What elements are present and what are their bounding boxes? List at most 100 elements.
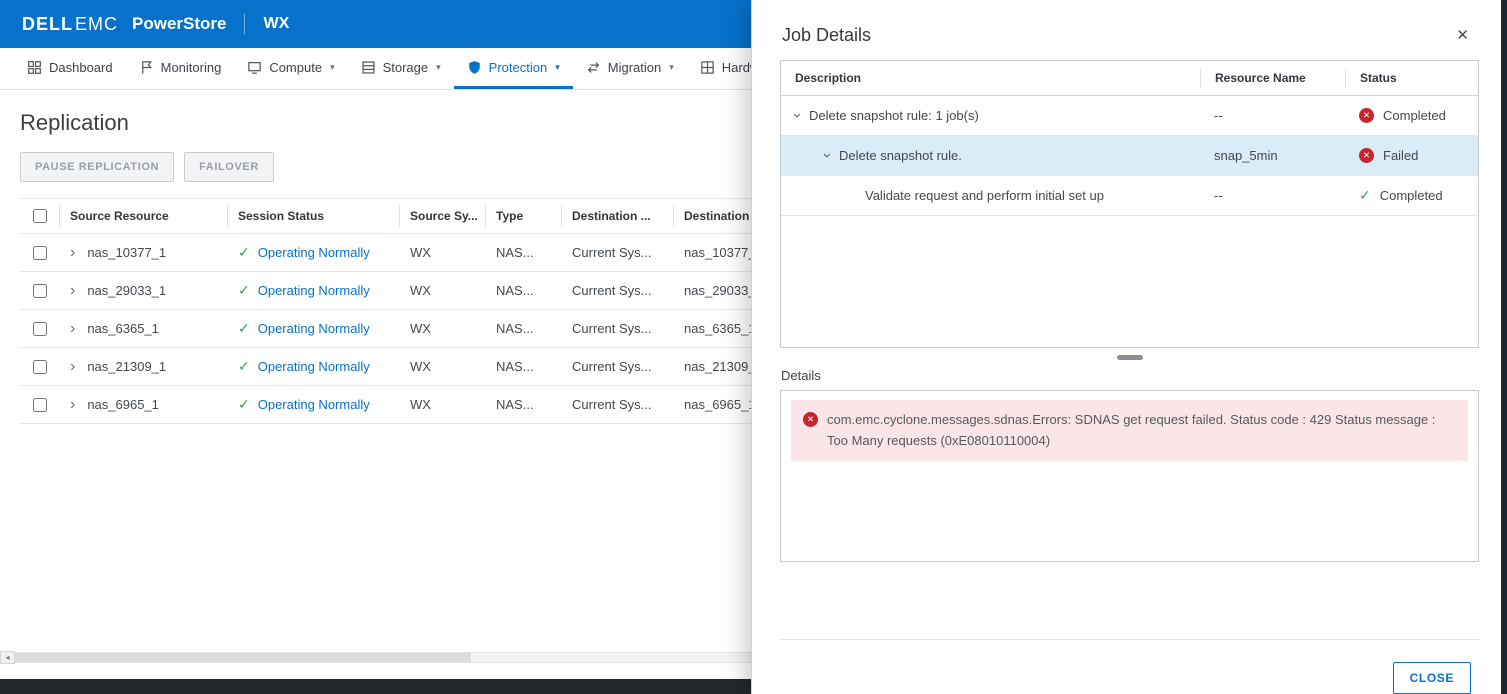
column-header[interactable]: Type — [486, 205, 562, 227]
session-status[interactable]: Operating Normally — [258, 245, 370, 260]
job-details-panel: Job Details ✕ Description Resource Name … — [751, 0, 1507, 694]
nav-label: Compute — [269, 60, 322, 75]
row-checkbox[interactable] — [33, 360, 47, 374]
scroll-left-button[interactable]: ◂ — [0, 651, 15, 664]
cluster-name: WX — [263, 15, 289, 33]
job-row[interactable]: › Delete snapshot rule: 1 job(s) -- ✕ Co… — [781, 96, 1478, 136]
failover-button[interactable]: FAILOVER — [184, 152, 274, 182]
details-box: ✕ com.emc.cyclone.messages.sdnas.Errors:… — [780, 390, 1479, 562]
emc-logo: EMC — [75, 14, 118, 35]
nav-item-monitoring[interactable]: Monitoring — [126, 48, 235, 89]
collapse-chevron-icon[interactable]: › — [790, 113, 805, 118]
product-name: PowerStore — [132, 14, 226, 34]
destination: Current Sys... — [562, 245, 674, 260]
column-header[interactable]: Session Status — [228, 205, 400, 227]
session-status[interactable]: Operating Normally — [258, 397, 370, 412]
job-table: Description Resource Name Status › Delet… — [780, 60, 1479, 348]
dell-logo: DELL — [22, 14, 73, 35]
source-resource[interactable]: nas_29033_1 — [87, 283, 166, 298]
nav-item-compute[interactable]: Compute ▾ — [234, 48, 347, 89]
close-button[interactable]: CLOSE — [1393, 662, 1471, 694]
check-icon: ✓ — [238, 396, 250, 413]
close-icon[interactable]: ✕ — [1452, 24, 1473, 46]
expand-chevron-icon[interactable]: › — [70, 397, 75, 413]
brand-divider — [244, 14, 245, 34]
job-resource: -- — [1200, 108, 1345, 123]
row-checkbox[interactable] — [33, 322, 47, 336]
panel-header: Job Details ✕ — [780, 0, 1479, 60]
panel-footer: CLOSE — [780, 639, 1479, 694]
expand-chevron-icon[interactable]: › — [70, 321, 75, 337]
source-resource[interactable]: nas_10377_1 — [87, 245, 166, 260]
job-status: Completed — [1380, 188, 1443, 203]
nav-label: Migration — [608, 60, 661, 75]
type: NAS... — [486, 359, 562, 374]
type: NAS... — [486, 321, 562, 336]
source-resource[interactable]: nas_21309_1 — [87, 359, 166, 374]
nav-item-storage[interactable]: Storage ▾ — [348, 48, 454, 89]
check-icon: ✓ — [238, 282, 250, 299]
caret-down-icon: ▾ — [330, 62, 335, 73]
scrollbar-track[interactable] — [15, 652, 751, 663]
row-checkbox[interactable] — [33, 246, 47, 260]
source-resource[interactable]: nas_6965_1 — [87, 397, 159, 412]
row-checkbox[interactable] — [33, 398, 47, 412]
window-edge — [1501, 0, 1507, 694]
job-description: Delete snapshot rule. — [839, 148, 962, 163]
migration-icon — [586, 60, 601, 75]
nav-label: Dashboard — [49, 60, 113, 75]
collapse-chevron-icon[interactable]: › — [820, 153, 835, 158]
job-status: Completed — [1383, 108, 1446, 123]
column-header[interactable]: Destination ... — [562, 205, 674, 227]
source-system: WX — [400, 397, 486, 412]
details-label: Details — [781, 368, 1479, 383]
session-status[interactable]: Operating Normally — [258, 321, 370, 336]
nav-item-protection[interactable]: Protection ▾ — [454, 48, 573, 89]
type: NAS... — [486, 283, 562, 298]
column-header[interactable]: Source Resource — [60, 205, 228, 227]
expand-chevron-icon[interactable]: › — [70, 245, 75, 261]
panel-resize-handle[interactable] — [1117, 355, 1143, 360]
type: NAS... — [486, 397, 562, 412]
brand: DELL EMC PowerStore WX — [22, 14, 289, 35]
job-description: Validate request and perform initial set… — [865, 188, 1104, 203]
source-system: WX — [400, 321, 486, 336]
error-status-icon: ✕ — [1359, 148, 1374, 163]
job-table-header-row: Description Resource Name Status — [781, 61, 1478, 96]
column-header[interactable]: Description — [781, 71, 1200, 85]
job-row[interactable]: › Delete snapshot rule. snap_5min ✕ Fail… — [781, 136, 1478, 176]
destination: Current Sys... — [562, 397, 674, 412]
caret-down-icon: ▾ — [436, 62, 441, 73]
expand-chevron-icon[interactable]: › — [70, 359, 75, 375]
column-header[interactable]: Status — [1345, 68, 1478, 88]
destination: Current Sys... — [562, 283, 674, 298]
column-header[interactable]: Resource Name — [1200, 68, 1345, 88]
job-resource: snap_5min — [1200, 148, 1345, 163]
dashboard-icon — [27, 60, 42, 75]
nav-item-dashboard[interactable]: Dashboard — [14, 48, 126, 89]
job-description: Delete snapshot rule: 1 job(s) — [809, 108, 979, 123]
select-all-checkbox[interactable] — [33, 209, 47, 223]
caret-down-icon: ▾ — [555, 62, 560, 73]
nav-item-migration[interactable]: Migration ▾ — [573, 48, 687, 89]
job-row[interactable]: Validate request and perform initial set… — [781, 176, 1478, 216]
expand-chevron-icon[interactable]: › — [70, 283, 75, 299]
error-message-text: com.emc.cyclone.messages.sdnas.Errors: S… — [827, 409, 1456, 452]
success-status-icon: ✓ — [1359, 187, 1371, 204]
session-status[interactable]: Operating Normally — [258, 359, 370, 374]
job-status: Failed — [1383, 148, 1418, 163]
panel-title: Job Details — [782, 25, 871, 46]
pause-replication-button[interactable]: PAUSE REPLICATION — [20, 152, 174, 182]
nav-label: Storage — [383, 60, 429, 75]
hardware-icon — [700, 60, 715, 75]
row-checkbox[interactable] — [33, 284, 47, 298]
horizontal-scrollbar[interactable]: ◂ — [0, 651, 751, 664]
scrollbar-thumb[interactable] — [15, 653, 471, 662]
error-icon: ✕ — [803, 412, 818, 427]
source-resource[interactable]: nas_6365_1 — [87, 321, 159, 336]
monitoring-icon — [139, 60, 154, 75]
check-icon: ✓ — [238, 244, 250, 261]
session-status[interactable]: Operating Normally — [258, 283, 370, 298]
caret-down-icon: ▾ — [669, 62, 674, 73]
column-header[interactable]: Source Sy... — [400, 205, 486, 227]
